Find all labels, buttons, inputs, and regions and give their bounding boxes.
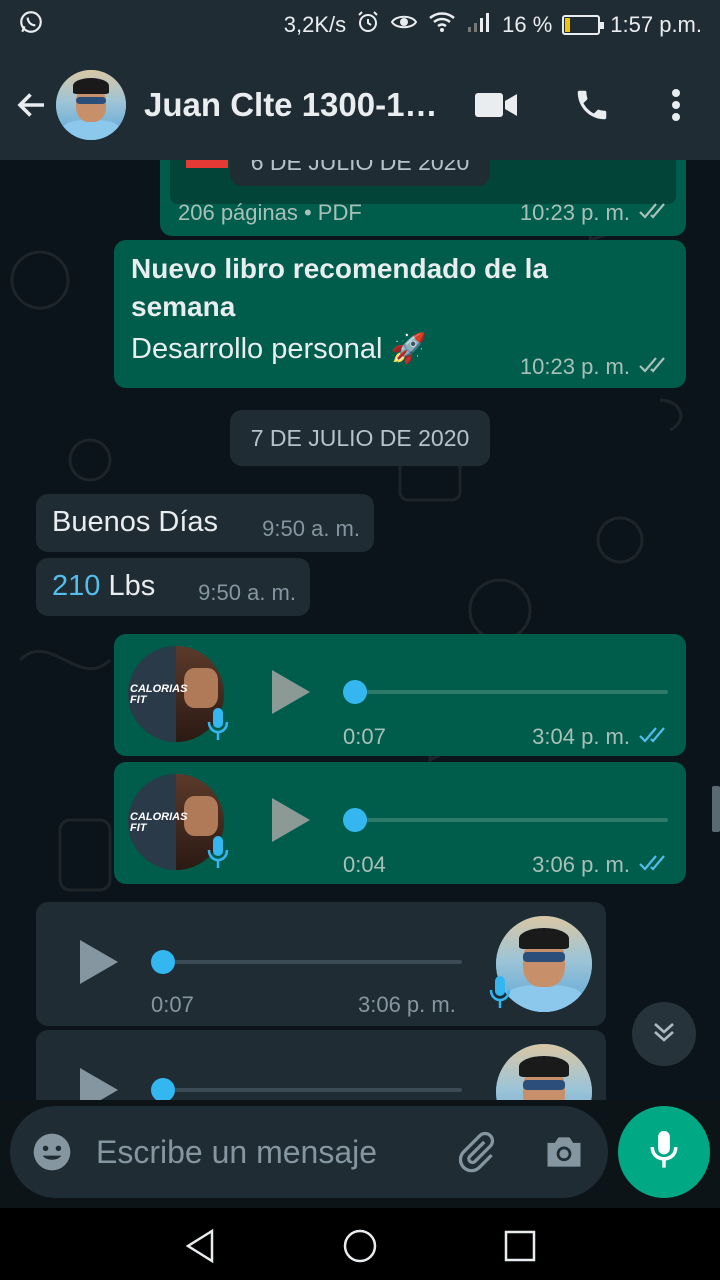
message-time: 3:04 p. m.: [532, 724, 630, 749]
double-check-icon: [638, 200, 670, 226]
audio-seek-knob[interactable]: [343, 808, 367, 832]
message-text: Buenos Días: [52, 506, 219, 538]
audio-progress-track[interactable]: [354, 690, 668, 694]
double-check-icon: [638, 354, 670, 380]
clock: 1:57 p.m.: [610, 12, 702, 37]
audio-seek-knob[interactable]: [151, 1078, 175, 1100]
audio-duration: 0:07: [343, 724, 386, 749]
play-button[interactable]: [272, 798, 310, 842]
chat-area[interactable]: 206 páginas • PDF 10:23 p. m. 6 DE JULIO…: [0, 160, 720, 1100]
pdf-file-icon: [186, 160, 228, 168]
message-time: 9:50 a. m.: [198, 580, 296, 605]
play-button[interactable]: [80, 940, 118, 984]
message-time: 3:06 p. m.: [358, 992, 456, 1017]
message-time: 10:23 p. m.: [519, 200, 630, 225]
eye-icon: [390, 11, 418, 39]
attach-icon[interactable]: [454, 1130, 498, 1179]
double-check-blue-icon: [638, 724, 670, 750]
more-vert-icon[interactable]: [656, 50, 696, 160]
incoming-voice-message-bubble[interactable]: [36, 1030, 606, 1100]
date-chip: 7 DE JULIO DE 2020: [230, 410, 490, 466]
battery-percent: 16 %: [502, 12, 553, 37]
message-unit: Lbs: [100, 570, 156, 602]
play-button[interactable]: [272, 670, 310, 714]
audio-seek-knob[interactable]: [343, 680, 367, 704]
scroll-to-bottom-button[interactable]: [632, 1002, 696, 1066]
system-nav-bar: [0, 1208, 720, 1280]
phone-number-link[interactable]: 210: [52, 570, 100, 602]
date-chip-partial: 6 DE JULIO DE 2020: [230, 160, 490, 186]
mic-icon: [488, 974, 512, 1017]
audio-seek-knob[interactable]: [151, 950, 175, 974]
book-recommendation-bubble[interactable]: Nuevo libro recomendado de la semana Des…: [114, 240, 686, 388]
nav-recents-icon[interactable]: [502, 1228, 538, 1269]
chat-header: Juan Clte 1300-1…: [0, 50, 720, 160]
incoming-voice-message-bubble[interactable]: 0:07 3:06 p. m.: [36, 902, 606, 1026]
audio-progress-track[interactable]: [162, 1088, 462, 1092]
play-button[interactable]: [80, 1068, 118, 1100]
message-time: 3:06 p. m.: [532, 852, 630, 877]
audio-progress-track[interactable]: [162, 960, 462, 964]
mic-icon: [646, 1128, 682, 1177]
incoming-message-bubble[interactable]: 210 Lbs 9:50 a. m.: [36, 558, 310, 616]
battery-level-fill: [565, 18, 571, 32]
double-check-blue-icon: [638, 852, 670, 878]
signal-icon: [466, 11, 492, 39]
voice-message-bubble[interactable]: CALORIAS FIT 0:07 3:04 p. m.: [114, 634, 686, 756]
message-body: Desarrollo personal 🚀: [131, 333, 427, 365]
video-call-icon[interactable]: [468, 50, 524, 160]
alarm-icon: [356, 10, 380, 40]
message-title: Nuevo libro recomendado de la semana: [131, 253, 548, 322]
mic-icon: [206, 706, 230, 749]
back-arrow-icon[interactable]: [14, 87, 50, 123]
camera-icon[interactable]: [542, 1130, 586, 1179]
date-chip-label: 7 DE JULIO DE 2020: [250, 424, 470, 451]
audio-progress-track[interactable]: [354, 818, 668, 822]
wifi-icon: [428, 10, 456, 40]
message-time: 9:50 a. m.: [262, 516, 360, 541]
voice-message-bubble[interactable]: CALORIAS FIT 0:04 3:06 p. m.: [114, 762, 686, 884]
audio-duration: 0:07: [151, 992, 194, 1017]
thumbnail-label: CALORIAS FIT: [130, 811, 188, 834]
mic-icon: [206, 834, 230, 877]
sender-avatar: [496, 1044, 592, 1100]
thumbnail-label: CALORIAS FIT: [130, 683, 188, 706]
message-time: 10:23 p. m.: [519, 354, 630, 379]
message-input[interactable]: Escribe un mensaje: [96, 1134, 377, 1171]
nav-home-icon[interactable]: [342, 1228, 378, 1269]
status-bar: 3,2K/s 16 % 1:57 p.m.: [0, 0, 720, 50]
battery-icon: [562, 15, 605, 35]
nav-back-icon[interactable]: [182, 1228, 218, 1269]
contact-name[interactable]: Juan Clte 1300-1…: [144, 86, 444, 124]
pdf-info: 206 páginas • PDF: [178, 200, 362, 225]
contact-avatar[interactable]: [56, 70, 126, 140]
phone-icon[interactable]: [566, 50, 618, 160]
chevron-double-down-icon: [650, 1018, 678, 1051]
network-speed: 3,2K/s: [283, 12, 347, 37]
voice-record-button[interactable]: [618, 1106, 710, 1198]
audio-duration: 0:04: [343, 852, 386, 877]
emoji-icon[interactable]: [30, 1130, 74, 1179]
date-chip-label: 6 DE JULIO DE 2020: [250, 160, 470, 175]
message-composer: Escribe un mensaje: [10, 1106, 608, 1198]
whatsapp-icon: [18, 9, 44, 41]
scroll-indicator[interactable]: [712, 786, 720, 832]
incoming-message-bubble[interactable]: Buenos Días 9:50 a. m.: [36, 494, 374, 552]
